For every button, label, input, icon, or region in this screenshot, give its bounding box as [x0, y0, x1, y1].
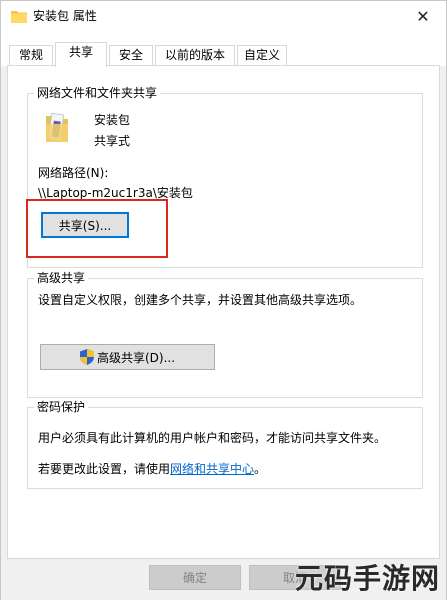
- advanced-sharing-group: 高级共享 设置自定义权限，创建多个共享，并设置其他高级共享选项。 高级共享(D)…: [27, 271, 423, 398]
- folder-share-status: 共享式: [94, 134, 131, 148]
- close-icon: ✕: [416, 7, 430, 26]
- tab-sharing[interactable]: 共享: [55, 42, 107, 67]
- advanced-sharing-button[interactable]: 高级共享(D)...: [40, 344, 215, 370]
- network-path-label: 网络路径(N):: [38, 166, 109, 180]
- folder-icon: [11, 11, 27, 23]
- network-sharing-center-link[interactable]: 网络和共享中心: [170, 462, 254, 476]
- shared-folder-icon: [46, 112, 68, 142]
- advanced-sharing-description: 设置自定义权限，创建多个共享，并设置其他高级共享选项。: [38, 293, 363, 307]
- tab-strip: 常规 共享 安全 以前的版本 自定义: [1, 32, 446, 67]
- advanced-sharing-title: 高级共享: [34, 271, 89, 285]
- properties-dialog: 安装包 属性 ✕ 常规 共享 安全 以前的版本 自定义 网络文件和文件夹共享 安…: [0, 0, 447, 600]
- window-title: 安装包 属性: [33, 9, 97, 23]
- change-setting-suffix: 。: [254, 462, 267, 476]
- tab-customize[interactable]: 自定义: [237, 45, 287, 66]
- password-protection-title: 密码保护: [34, 400, 89, 414]
- watermark-logo: 元码手游网: [294, 562, 440, 595]
- uac-shield-icon: [79, 349, 94, 365]
- tab-security[interactable]: 安全: [109, 45, 153, 66]
- folder-name: 安装包: [94, 113, 131, 127]
- password-protection-group: 密码保护 用户必须具有此计算机的用户帐户和密码，才能访问共享文件夹。 若要更改此…: [27, 400, 423, 489]
- tab-general[interactable]: 常规: [9, 45, 53, 66]
- close-button[interactable]: ✕: [400, 1, 446, 32]
- title-bar: 安装包 属性 ✕: [1, 1, 446, 32]
- network-sharing-title: 网络文件和文件夹共享: [34, 86, 161, 100]
- network-path-value: \\Laptop-m2uc1r3a\安装包: [38, 186, 193, 200]
- password-protection-description: 用户必须具有此计算机的用户帐户和密码，才能访问共享文件夹。: [38, 431, 387, 445]
- share-button[interactable]: 共享(S)...: [41, 212, 129, 238]
- change-setting-prefix: 若要更改此设置，请使用: [38, 462, 171, 476]
- advanced-sharing-button-label: 高级共享(D)...: [96, 350, 176, 365]
- sharing-panel: 网络文件和文件夹共享 安装包 共享式 网络路径(N): \\Laptop-m2u…: [7, 65, 440, 559]
- tab-previous-versions[interactable]: 以前的版本: [155, 45, 235, 66]
- ok-button[interactable]: 确定: [149, 565, 241, 590]
- network-sharing-group: 网络文件和文件夹共享 安装包 共享式 网络路径(N): \\Laptop-m2u…: [27, 86, 423, 268]
- change-setting-text: 若要更改此设置，请使用网络和共享中心。: [38, 462, 266, 477]
